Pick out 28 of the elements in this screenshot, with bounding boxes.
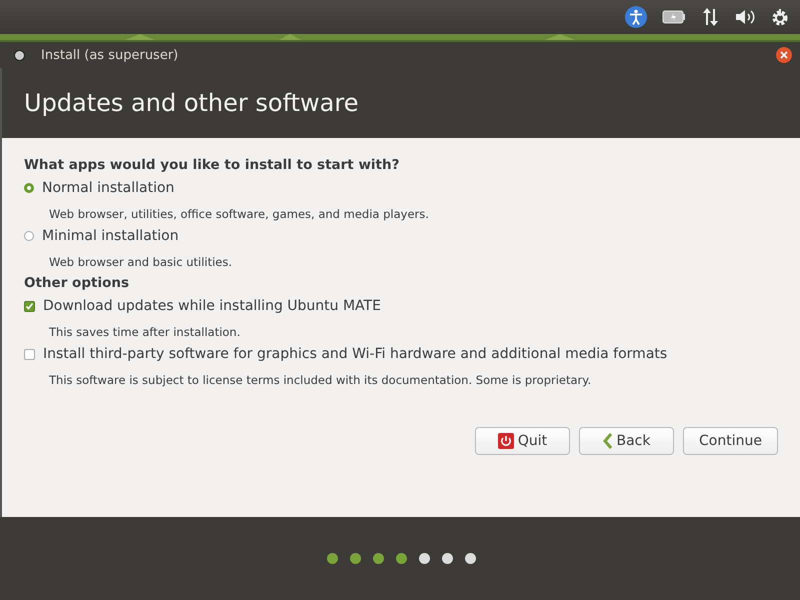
accessibility-icon[interactable] [624, 5, 648, 29]
radio-button[interactable] [24, 183, 34, 193]
window-icon [14, 50, 25, 60]
option-label[interactable]: Normal installation [42, 179, 174, 197]
continue-button[interactable]: Continue [683, 427, 778, 455]
network-icon[interactable] [700, 7, 720, 27]
page-heading: Updates and other software [24, 89, 358, 117]
close-icon [780, 51, 788, 59]
section-heading: Other options [24, 275, 130, 291]
section-heading: What apps would you like to install to start with? [24, 157, 400, 173]
battery-icon[interactable] [662, 10, 686, 24]
quit-button[interactable]: Quit [475, 427, 570, 455]
option-label[interactable]: Download updates while installing Ubuntu MATE [43, 297, 381, 315]
option-label[interactable]: Install third-party software for graphics and Wi-Fi hardware and additional media formats [43, 345, 668, 363]
option-description: This saves time after installation. [49, 325, 242, 339]
checkbox[interactable] [24, 348, 35, 360]
volume-icon[interactable] [734, 8, 756, 26]
settings-icon[interactable] [770, 7, 790, 27]
power-icon [498, 433, 514, 449]
option-description: Web browser and basic utilities. [49, 255, 234, 269]
window-title: Install (as superuser) [41, 48, 180, 62]
close-button[interactable] [776, 47, 792, 63]
radio-button[interactable] [24, 231, 34, 241]
back-button[interactable]: Back [579, 427, 674, 455]
checkbox[interactable] [24, 300, 35, 312]
option-description: Web browser, utilities, office software, games, and media players. [49, 207, 430, 221]
option-label[interactable]: Minimal installation [42, 227, 179, 245]
option-description: This software is subject to license terms included with its documentation. Some is proprietary. [49, 373, 592, 387]
